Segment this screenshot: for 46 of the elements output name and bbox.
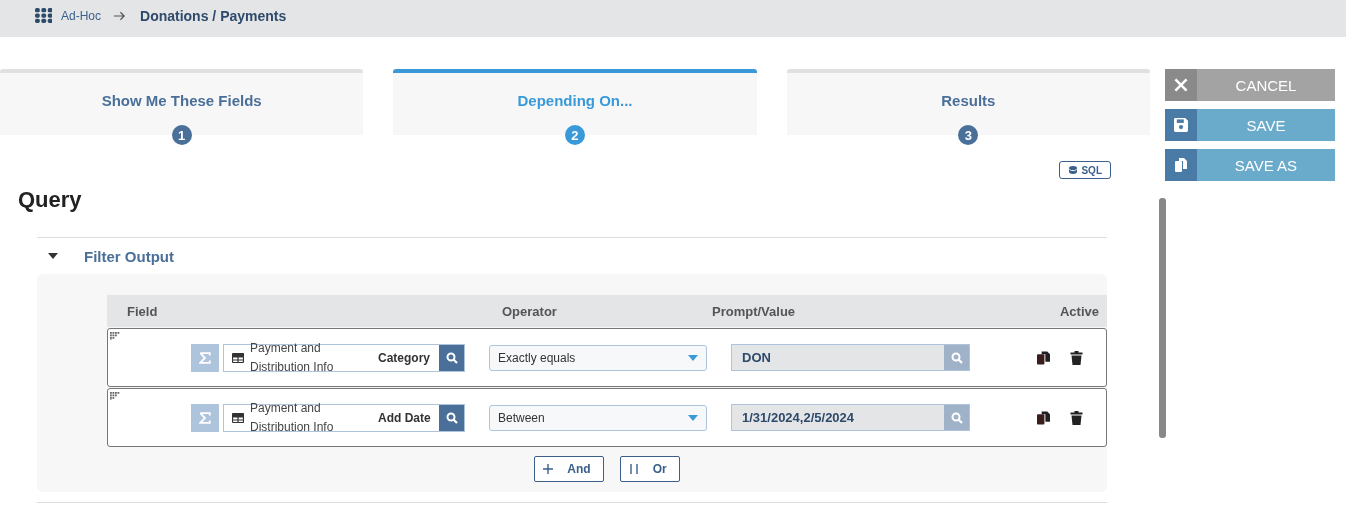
parallel-bars-icon xyxy=(628,464,639,474)
field-picker[interactable]: Payment and Distribution Info Add Date xyxy=(223,403,465,432)
database-icon xyxy=(1068,165,1079,175)
column-header: Field xyxy=(127,303,159,319)
drag-handle-icon[interactable] xyxy=(110,332,120,340)
scrollbar[interactable] xyxy=(1159,198,1166,438)
button-icon xyxy=(1165,69,1197,101)
value-field[interactable]: 1/31/2024,2/5/2024 xyxy=(731,404,970,431)
search-icon xyxy=(445,411,458,424)
search-button[interactable] xyxy=(439,344,464,371)
sigma-icon xyxy=(199,351,211,364)
value-field[interactable]: DON xyxy=(731,344,970,371)
delete-icon[interactable] xyxy=(1070,350,1083,365)
field-name: Add Date xyxy=(378,410,432,425)
search-button[interactable] xyxy=(439,404,464,431)
field-picker[interactable]: Payment and Distribution Info Category xyxy=(223,343,465,372)
arrow-right-icon xyxy=(113,10,126,21)
apps-grid-icon[interactable] xyxy=(35,8,52,23)
operator-dropdown[interactable]: Exactly equals xyxy=(489,344,707,371)
operator-dropdown[interactable]: Between xyxy=(489,404,707,431)
sigma-icon xyxy=(199,411,211,424)
column-header: Operator xyxy=(502,303,558,319)
copy-icon[interactable] xyxy=(1037,410,1050,425)
button-icon xyxy=(1165,109,1197,141)
page-title: Donations / Payments xyxy=(140,7,287,24)
table-icon xyxy=(232,412,244,423)
dropdown-caret-icon xyxy=(688,414,698,421)
table-icon xyxy=(232,352,244,363)
logic-button[interactable]: Or xyxy=(619,456,680,482)
button-icon xyxy=(1165,149,1197,181)
field-name: Category xyxy=(378,350,431,365)
section-title[interactable]: Filter Output xyxy=(84,247,174,265)
sql-button[interactable]: SQL xyxy=(1059,161,1111,179)
column-header: Prompt/Value xyxy=(712,303,797,319)
logic-button[interactable]: And xyxy=(534,456,604,482)
search-icon xyxy=(445,351,458,364)
delete-icon[interactable] xyxy=(1070,410,1083,425)
dropdown-caret-icon xyxy=(688,354,698,361)
step-number: 3 xyxy=(958,125,979,145)
plus-icon xyxy=(543,464,554,474)
caret-icon[interactable] xyxy=(48,253,58,259)
column-header: Active xyxy=(1059,303,1099,319)
drag-handle-icon[interactable] xyxy=(110,392,120,400)
copy-icon[interactable] xyxy=(1037,350,1050,365)
query-heading: Query xyxy=(18,187,83,214)
breadcrumb-link[interactable]: Ad-Hoc xyxy=(61,8,101,23)
